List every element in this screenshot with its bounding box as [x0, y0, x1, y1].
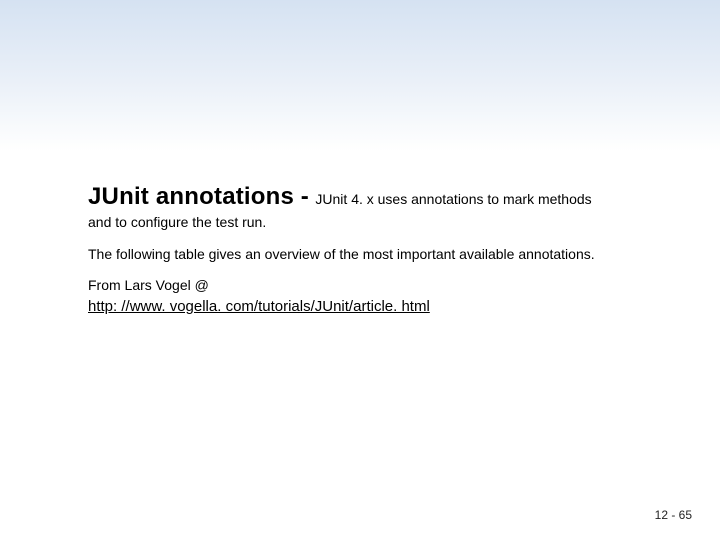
subtitle-inline: JUnit 4. x uses annotations to mark meth…	[315, 191, 591, 207]
overview-paragraph: The following table gives an overview of…	[88, 246, 643, 264]
slide: JUnit annotations - JUnit 4. x uses anno…	[0, 0, 720, 540]
slide-content: JUnit annotations - JUnit 4. x uses anno…	[88, 182, 643, 316]
attribution-line: From Lars Vogel @	[88, 277, 643, 295]
page-number: 12 - 65	[655, 508, 692, 522]
subtitle-continuation: and to configure the test run.	[88, 214, 643, 232]
heading-line: JUnit annotations - JUnit 4. x uses anno…	[88, 182, 643, 212]
slide-title: JUnit annotations	[88, 183, 294, 210]
source-link[interactable]: http: //www. vogella. com/tutorials/JUni…	[88, 298, 430, 315]
title-dash: -	[294, 183, 315, 210]
